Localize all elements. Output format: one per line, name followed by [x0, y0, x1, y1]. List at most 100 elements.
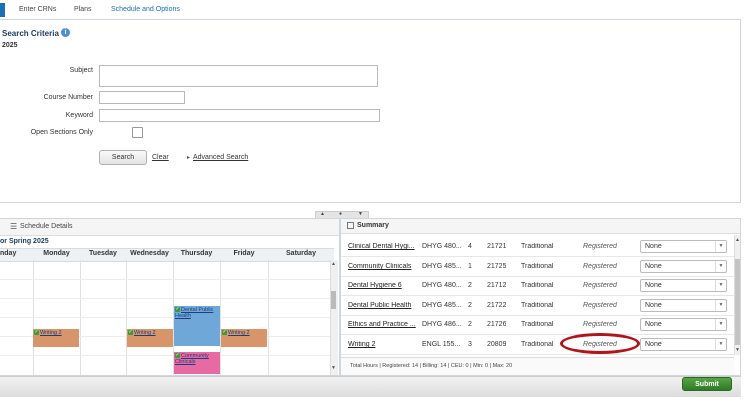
- keyword-label: Keyword: [65, 112, 93, 119]
- grid-line: [33, 260, 34, 375]
- scroll-up-icon[interactable]: ▲: [735, 237, 740, 243]
- scroll-thumb[interactable]: [331, 291, 336, 309]
- chevron-down-icon: ▼: [715, 319, 726, 330]
- action-value: None: [645, 263, 662, 270]
- course-crn: 21722: [487, 302, 507, 309]
- open-sections-label: Open Sections Only: [30, 129, 93, 136]
- search-criteria-title: Search Criteria: [2, 29, 59, 38]
- chevron-right-icon: ▸: [187, 155, 191, 161]
- schedule-scrollbar[interactable]: [330, 260, 338, 375]
- course-hours: 1: [468, 263, 472, 270]
- event-label: Dental Public Health: [175, 307, 214, 319]
- info-icon[interactable]: i: [61, 28, 70, 37]
- course-code: DHYG 485...: [422, 302, 462, 309]
- schedule-type: Traditional: [521, 243, 554, 250]
- grid-line: [0, 355, 334, 356]
- action-value: None: [645, 341, 662, 348]
- event-label: Community Clinicals: [175, 353, 209, 365]
- clear-link[interactable]: Clear: [152, 154, 169, 161]
- advanced-search-link[interactable]: Advanced Search: [193, 154, 248, 161]
- course-title-link[interactable]: Dental Hygiene 6: [348, 282, 418, 289]
- total-hours-bar: Total Hours | Registered: 14 | Billing: …: [341, 357, 734, 375]
- event-writing-2-wednesday[interactable]: ✓Writing 2: [127, 329, 173, 347]
- course-title-link[interactable]: Ethics and Practice ...: [348, 321, 418, 328]
- arrow-up-icon[interactable]: ▲: [320, 211, 325, 217]
- day-wednesday: Wednesday: [130, 250, 169, 257]
- schedule-type: Traditional: [521, 302, 554, 309]
- course-crn: 21726: [487, 321, 507, 328]
- course-code: DHYG 480...: [422, 243, 462, 250]
- schedule-title: Schedule Details: [20, 223, 73, 230]
- schedule-type: Traditional: [521, 263, 554, 270]
- arrow-down-icon[interactable]: ▼: [358, 211, 363, 217]
- course-hours: 2: [468, 282, 472, 289]
- scroll-down-icon[interactable]: ▼: [735, 347, 740, 353]
- table-row: Writing 2 ENGL 155... 3 20809 Traditiona…: [341, 335, 734, 355]
- table-row: Dental Public Health DHYG 485... 2 21722…: [341, 296, 734, 316]
- event-dental-public-health[interactable]: ✓Dental Public Health: [174, 306, 220, 346]
- schedule-type: Traditional: [521, 341, 554, 348]
- subject-input[interactable]: [99, 65, 378, 87]
- summary-title: Summary: [357, 222, 389, 229]
- course-hours: 2: [468, 302, 472, 309]
- footer-bar: [0, 376, 741, 397]
- tab-accent: [0, 3, 5, 17]
- course-crn: 21721: [487, 243, 507, 250]
- course-crn: 21725: [487, 263, 507, 270]
- event-label: Writing 2: [134, 330, 156, 336]
- highlight-annotation: [560, 333, 640, 354]
- check-icon: ✓: [34, 329, 39, 335]
- splitter-dot-icon: ●: [339, 211, 343, 217]
- action-select[interactable]: None ▼: [640, 240, 727, 253]
- chevron-down-icon: ▼: [715, 280, 726, 291]
- day-monday: Monday: [43, 250, 70, 257]
- keyword-input[interactable]: [99, 109, 380, 122]
- tab-enter-crns[interactable]: Enter CRNs: [19, 6, 56, 13]
- action-select[interactable]: None ▼: [640, 260, 727, 273]
- scroll-up-icon[interactable]: ▲: [331, 261, 336, 267]
- event-label: Writing 2: [228, 330, 250, 336]
- scroll-thumb[interactable]: [735, 259, 740, 345]
- chevron-down-icon: ▼: [715, 339, 726, 350]
- day-friday: Friday: [233, 250, 255, 257]
- scroll-down-icon[interactable]: ▼: [331, 365, 336, 371]
- day-sunday: nday: [0, 250, 17, 257]
- tab-schedule-and-options[interactable]: Schedule and Options: [111, 6, 180, 13]
- chevron-down-icon: ▼: [715, 241, 726, 252]
- course-code: DHYG 485...: [422, 263, 462, 270]
- table-row: Dental Hygiene 6 DHYG 480... 2 21712 Tra…: [341, 276, 734, 296]
- action-select[interactable]: None ▼: [640, 279, 727, 292]
- action-select[interactable]: None ▼: [640, 338, 727, 351]
- course-crn: 20809: [487, 341, 507, 348]
- grid-line: [80, 260, 81, 375]
- grid-line: [0, 298, 334, 299]
- course-code: ENGL 155...: [422, 341, 461, 348]
- course-title-link[interactable]: Writing 2: [348, 341, 418, 348]
- action-select[interactable]: None ▼: [640, 299, 727, 312]
- status: Registered: [583, 321, 617, 328]
- event-writing-2-friday[interactable]: ✓Writing 2: [221, 329, 267, 347]
- open-sections-checkbox[interactable]: [132, 127, 143, 138]
- event-writing-2-monday[interactable]: ✓Writing 2: [33, 329, 79, 347]
- search-button[interactable]: Search: [99, 150, 147, 165]
- action-value: None: [645, 321, 662, 328]
- action-value: None: [645, 302, 662, 309]
- course-title-link[interactable]: Clinical Dental Hygi...: [348, 243, 418, 250]
- tab-plans[interactable]: Plans: [74, 6, 92, 13]
- course-title-link[interactable]: Dental Public Health: [348, 302, 418, 309]
- course-number-input[interactable]: [99, 91, 185, 104]
- table-row: Clinical Dental Hygi... DHYG 480... 4 21…: [341, 237, 734, 257]
- action-value: None: [645, 243, 662, 250]
- action-select[interactable]: None ▼: [640, 318, 727, 331]
- event-community-clinicals[interactable]: ✓Community Clinicals: [174, 352, 220, 374]
- grid-line: [268, 260, 269, 375]
- submit-button[interactable]: Submit: [682, 377, 732, 391]
- summary-header: [341, 219, 740, 234]
- schedule-type: Traditional: [521, 282, 554, 289]
- list-icon: ☰: [10, 222, 18, 231]
- course-code: DHYG 480...: [422, 282, 462, 289]
- course-title-link[interactable]: Community Clinicals: [348, 263, 418, 270]
- check-icon: ✓: [175, 352, 180, 358]
- grid-line: [220, 260, 221, 375]
- event-label: Writing 2: [40, 330, 62, 336]
